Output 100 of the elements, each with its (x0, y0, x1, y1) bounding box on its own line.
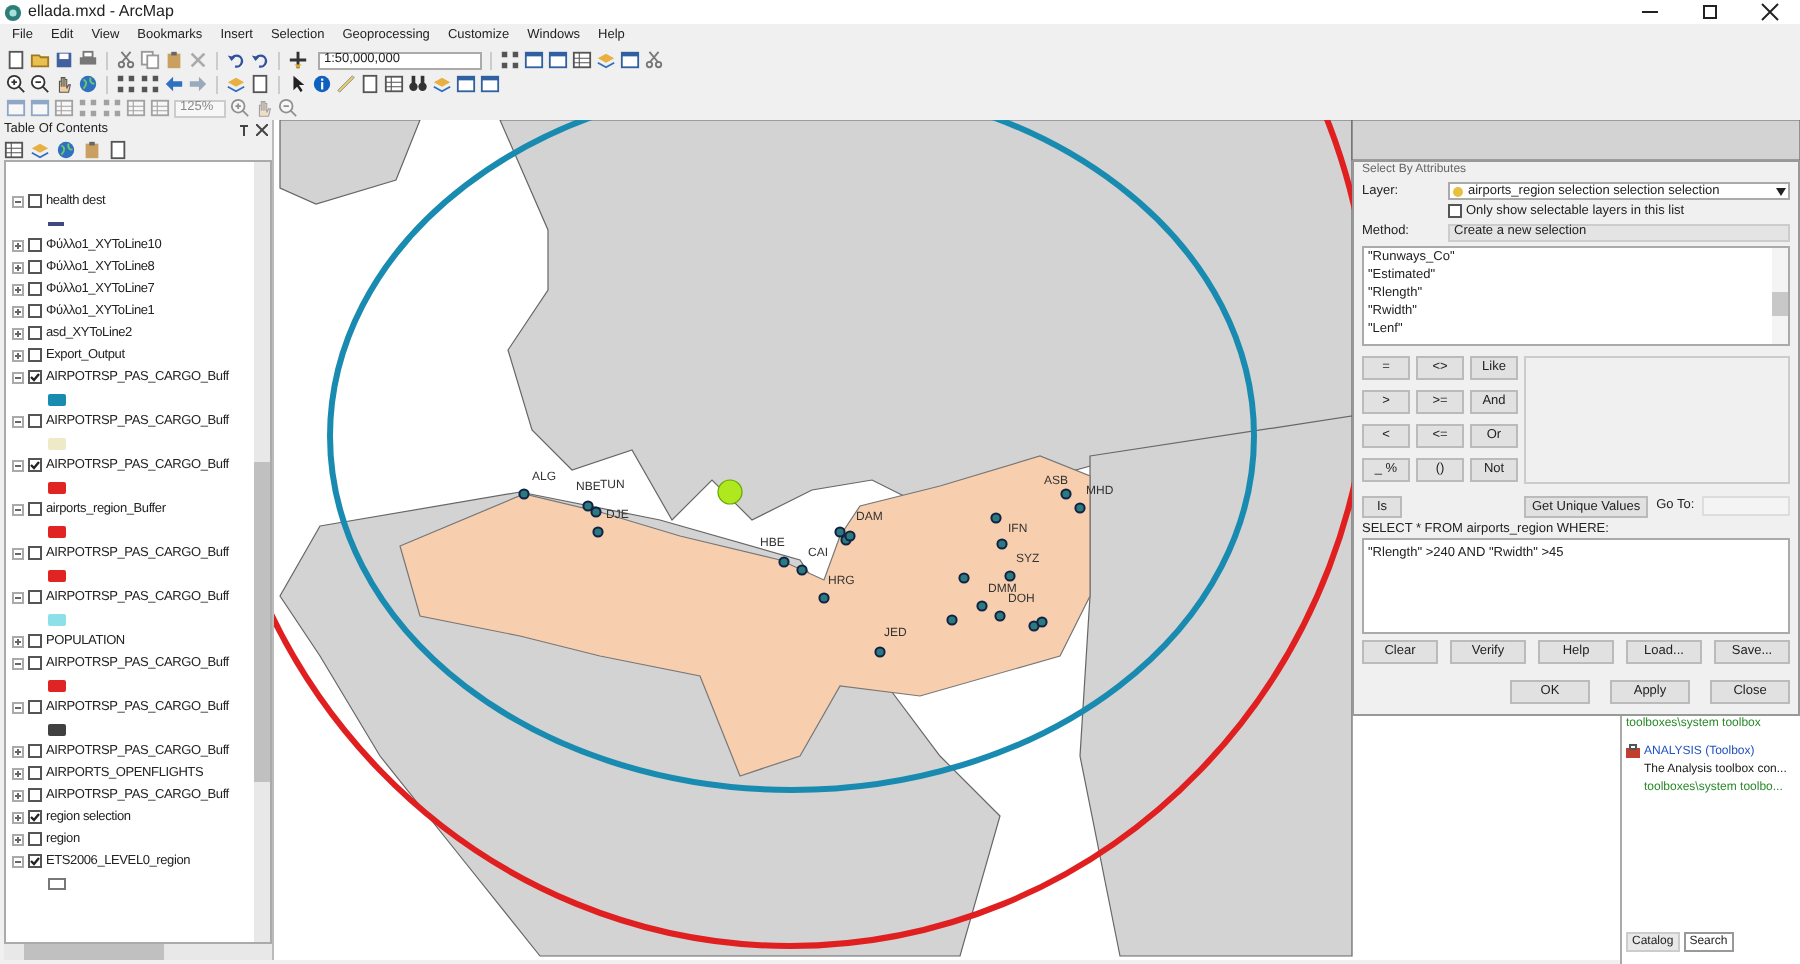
checkbox[interactable] (28, 326, 42, 340)
paste-icon[interactable] (164, 50, 184, 70)
airport-point (958, 572, 970, 584)
dropdown-arrow-icon (1776, 187, 1786, 195)
save-icon[interactable] (54, 50, 74, 70)
window-icon[interactable] (524, 50, 544, 70)
window-icon[interactable] (456, 74, 476, 94)
checkbox[interactable] (28, 634, 42, 648)
grid-icon[interactable] (140, 74, 160, 94)
airport-point (778, 556, 790, 568)
redo-icon[interactable] (250, 50, 270, 70)
collapse-icon[interactable] (12, 459, 24, 471)
collapse-icon[interactable] (12, 855, 24, 867)
expand-icon[interactable] (12, 305, 24, 317)
binoculars-icon[interactable] (408, 74, 428, 94)
zoom-in-icon[interactable] (6, 74, 26, 94)
collapse-icon[interactable] (12, 547, 24, 559)
checkbox[interactable] (28, 348, 42, 362)
airport-point (976, 600, 988, 612)
checkbox[interactable] (28, 590, 42, 604)
airport-point (946, 614, 958, 626)
checkbox[interactable] (28, 194, 42, 208)
globe-icon[interactable] (56, 140, 76, 160)
collapse-icon[interactable] (12, 415, 24, 427)
expand-icon[interactable] (12, 833, 24, 845)
collapse-icon[interactable] (12, 503, 24, 515)
checkbox[interactable] (28, 238, 42, 252)
collapse-icon[interactable] (12, 657, 24, 669)
checkbox[interactable] (28, 854, 42, 868)
checkbox[interactable] (28, 414, 42, 428)
zoom-out-icon[interactable] (30, 74, 50, 94)
checkbox[interactable] (28, 458, 42, 472)
checkbox[interactable] (28, 282, 42, 296)
checkbox[interactable] (28, 700, 42, 714)
expand-icon[interactable] (12, 349, 24, 361)
back-arrow-icon[interactable] (164, 74, 184, 94)
checkbox[interactable] (1448, 204, 1462, 218)
document-icon[interactable] (360, 74, 380, 94)
expand-icon[interactable] (12, 789, 24, 801)
checkbox[interactable] (28, 744, 42, 758)
table-icon[interactable] (384, 74, 404, 94)
close-icon[interactable] (256, 124, 268, 136)
airport-point (994, 610, 1006, 622)
window-icon[interactable] (548, 50, 568, 70)
expand-icon[interactable] (12, 327, 24, 339)
expand-icon[interactable] (12, 283, 24, 295)
expand-icon[interactable] (12, 635, 24, 647)
layers-icon[interactable] (596, 50, 616, 70)
checkbox[interactable] (28, 502, 42, 516)
new-document-icon[interactable] (6, 50, 26, 70)
layers-icon[interactable] (432, 74, 452, 94)
collapse-icon[interactable] (12, 701, 24, 713)
outline-symbol (48, 877, 66, 889)
window-icon[interactable] (480, 74, 500, 94)
pointer-icon[interactable] (288, 74, 308, 94)
checkbox[interactable] (28, 260, 42, 274)
copy-icon[interactable] (140, 50, 160, 70)
collapse-icon[interactable] (12, 371, 24, 383)
folder-icon[interactable] (30, 50, 50, 70)
checkbox[interactable] (28, 788, 42, 802)
expand-icon[interactable] (12, 239, 24, 251)
expand-icon[interactable] (12, 811, 24, 823)
print-icon[interactable] (78, 50, 98, 70)
airport-point (818, 592, 830, 604)
cut-icon[interactable] (116, 50, 136, 70)
expand-icon[interactable] (12, 767, 24, 779)
checkbox[interactable] (28, 810, 42, 824)
airport-point (592, 526, 604, 538)
app-globe-icon (4, 3, 22, 21)
scrollbar[interactable] (1772, 248, 1788, 344)
airport-point (1004, 570, 1016, 582)
checkbox[interactable] (28, 656, 42, 670)
scrollbar[interactable] (254, 162, 270, 942)
airport-point (874, 646, 886, 658)
window-title: ellada.mxd - ArcMap (28, 0, 174, 24)
cut-icon[interactable] (644, 50, 664, 70)
layers-icon[interactable] (226, 74, 246, 94)
expand-icon[interactable] (12, 745, 24, 757)
layers-icon[interactable] (30, 140, 50, 160)
checkbox[interactable] (28, 370, 42, 384)
info-icon[interactable] (312, 74, 332, 94)
document-icon[interactable] (250, 74, 270, 94)
collapse-icon[interactable] (12, 591, 24, 603)
grid-icon[interactable] (116, 74, 136, 94)
checkbox[interactable] (28, 766, 42, 780)
add-data-icon[interactable] (288, 50, 308, 70)
undo-icon[interactable] (226, 50, 246, 70)
checkbox[interactable] (28, 546, 42, 560)
window-icon[interactable] (620, 50, 640, 70)
airport-marker (717, 479, 743, 505)
scrollbar[interactable] (4, 944, 272, 960)
collapse-icon[interactable] (12, 195, 24, 207)
checkbox[interactable] (28, 832, 42, 846)
pan-icon[interactable] (54, 74, 74, 94)
toolbox-icon (1626, 744, 1640, 758)
checkbox[interactable] (28, 304, 42, 318)
expand-icon[interactable] (12, 261, 24, 273)
airport-point (518, 488, 530, 500)
table-icon[interactable] (572, 50, 592, 70)
globe-icon[interactable] (78, 74, 98, 94)
